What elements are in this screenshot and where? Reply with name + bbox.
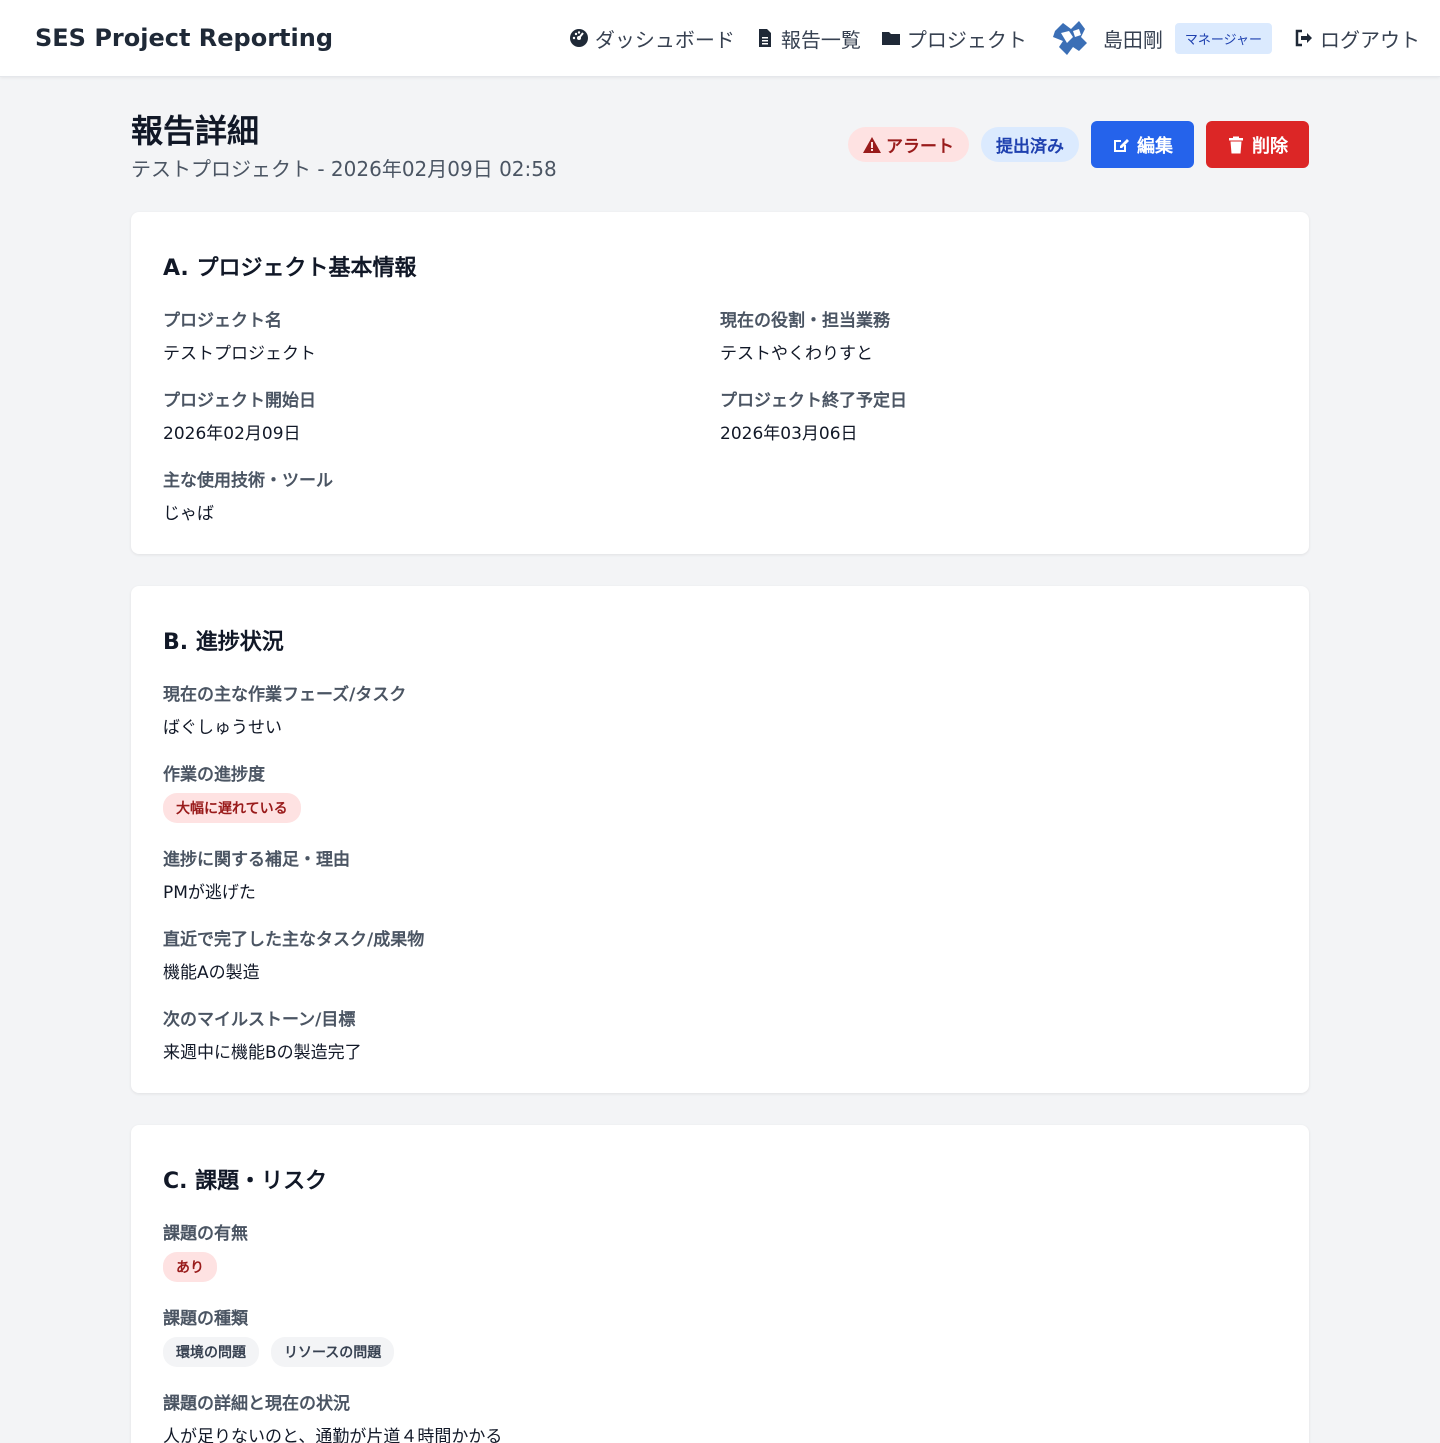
nav-dashboard[interactable]: ダッシュボード xyxy=(569,24,735,53)
progress-badge: 大幅に遅れている xyxy=(163,793,301,823)
section-a-title: A. プロジェクト基本情報 xyxy=(163,256,417,281)
section-basic-info: A. プロジェクト基本情報 プロジェクト名 テストプロジェクト 現在の役割・担当… xyxy=(131,212,1309,554)
header-actions: アラート 提出済み 編集 削除 xyxy=(848,121,1309,168)
nav-reports[interactable]: 報告一覧 xyxy=(755,24,861,53)
edit-label: 編集 xyxy=(1137,135,1173,156)
field-value: 2026年02月09日 xyxy=(163,424,301,444)
section-c-title: C. 課題・リスク xyxy=(163,1169,328,1194)
field-label: 課題の詳細と現在の状況 xyxy=(163,1394,350,1414)
nav-projects-label: プロジェクト xyxy=(906,27,1027,52)
field-label: 直近で完了した主なタスク/成果物 xyxy=(163,930,425,950)
sign-out-icon xyxy=(1295,29,1312,47)
field-issue-detail: 課題の詳細と現在の状況 人が足りないのと、通勤が片道４時間かかる xyxy=(163,1389,1277,1443)
nav-menu: ダッシュボード 報告一覧 プロジェクト 島田剛 マネージャー ログアウト xyxy=(569,17,1420,59)
field-project-name: プロジェクト名 テストプロジェクト xyxy=(163,306,720,364)
field-value: 2026年03月06日 xyxy=(720,424,858,444)
page-title: 報告詳細 xyxy=(131,112,260,150)
nav-dashboard-label: ダッシュボード xyxy=(594,27,735,52)
alert-badge: アラート xyxy=(848,127,969,162)
warning-icon xyxy=(863,136,881,153)
section-b-title: B. 進捗状況 xyxy=(163,630,284,655)
section-issues: C. 課題・リスク 課題の有無 あり 課題の種類 環境の問題 リソースの問題 課題… xyxy=(131,1125,1309,1443)
field-value: じゃば xyxy=(163,504,214,524)
edit-icon xyxy=(1114,138,1129,152)
issue-type-tag: リソースの問題 xyxy=(271,1337,395,1367)
field-progress: 作業の進捗度 大幅に遅れている xyxy=(163,760,1277,823)
field-label: プロジェクト名 xyxy=(163,311,282,331)
field-completed: 直近で完了した主なタスク/成果物 機能Aの製造 xyxy=(163,925,1277,983)
page-subtitle: テストプロジェクト - 2026年02月09日 02:58 xyxy=(131,157,557,181)
role-badge: マネージャー xyxy=(1174,22,1272,54)
field-issue-types: 課題の種類 環境の問題 リソースの問題 xyxy=(163,1304,1277,1367)
section-progress: B. 進捗状況 現在の主な作業フェーズ/タスク ばぐしゅうせい 作業の進捗度 大… xyxy=(131,586,1309,1093)
field-label: プロジェクト終了予定日 xyxy=(720,391,907,411)
field-next-milestone: 次のマイルストーン/目標 来週中に機能Bの製造完了 xyxy=(163,1005,1277,1063)
field-has-issue: 課題の有無 あり xyxy=(163,1219,1277,1282)
field-value: 人が足りないのと、通勤が片道４時間かかる xyxy=(163,1427,503,1443)
folder-icon xyxy=(881,32,900,45)
field-reason: 進捗に関する補足・理由 PMが逃げた xyxy=(163,845,1277,903)
field-label: 作業の進捗度 xyxy=(163,765,265,785)
file-icon xyxy=(758,29,771,47)
field-value: テストやくわりすと xyxy=(720,344,873,364)
field-label: 課題の種類 xyxy=(163,1309,248,1329)
basic-info-grid: プロジェクト名 テストプロジェクト 現在の役割・担当業務 テストやくわりすと プ… xyxy=(163,306,1277,524)
field-label: 現在の役割・担当業務 xyxy=(720,311,890,331)
field-value: テストプロジェクト xyxy=(163,344,316,364)
delete-label: 削除 xyxy=(1252,135,1288,156)
nav-projects[interactable]: プロジェクト xyxy=(881,24,1027,53)
nav-reports-label: 報告一覧 xyxy=(780,27,861,52)
field-label: 次のマイルストーン/目標 xyxy=(163,1010,356,1030)
field-tech: 主な使用技術・ツール じゃば xyxy=(163,466,720,524)
field-end-date: プロジェクト終了予定日 2026年03月06日 xyxy=(720,386,1277,444)
user-name: 島田剛 xyxy=(1102,27,1163,52)
field-value: ばぐしゅうせい xyxy=(163,718,282,738)
dashboard-gauge-icon xyxy=(569,29,588,47)
field-start-date: プロジェクト開始日 2026年02月09日 xyxy=(163,386,720,444)
logout-link[interactable]: ログアウト xyxy=(1294,24,1420,53)
issue-type-tag: 環境の問題 xyxy=(163,1337,259,1367)
field-phase: 現在の主な作業フェーズ/タスク ばぐしゅうせい xyxy=(163,680,1277,738)
field-value: 来週中に機能Bの製造完了 xyxy=(163,1043,362,1063)
field-label: 課題の有無 xyxy=(163,1224,248,1244)
navbar: SES Project Reporting ダッシュボード 報告一覧 プロジェク… xyxy=(0,0,1440,77)
brand-title[interactable]: SES Project Reporting xyxy=(35,24,333,52)
field-label: プロジェクト開始日 xyxy=(163,391,316,411)
edit-button[interactable]: 編集 xyxy=(1091,121,1194,168)
page-header: 報告詳細 テストプロジェクト - 2026年02月09日 02:58 アラート … xyxy=(131,112,1309,182)
field-label: 進捗に関する補足・理由 xyxy=(163,850,350,870)
trash-icon xyxy=(1229,136,1243,153)
main-content: 報告詳細 テストプロジェクト - 2026年02月09日 02:58 アラート … xyxy=(131,77,1309,1443)
issue-badge: あり xyxy=(163,1252,217,1282)
logout-label: ログアウト xyxy=(1320,27,1420,52)
page-heading: 報告詳細 テストプロジェクト - 2026年02月09日 02:58 xyxy=(131,112,557,182)
avatar[interactable] xyxy=(1049,17,1091,59)
delete-button[interactable]: 削除 xyxy=(1206,121,1309,168)
field-label: 主な使用技術・ツール xyxy=(163,471,333,491)
field-value: PMが逃げた xyxy=(163,883,256,903)
field-label: 現在の主な作業フェーズ/タスク xyxy=(163,685,407,705)
alert-label: アラート xyxy=(886,137,954,157)
field-role: 現在の役割・担当業務 テストやくわりすと xyxy=(720,306,1277,364)
field-value: 機能Aの製造 xyxy=(163,963,260,983)
status-badge: 提出済み xyxy=(981,127,1079,162)
